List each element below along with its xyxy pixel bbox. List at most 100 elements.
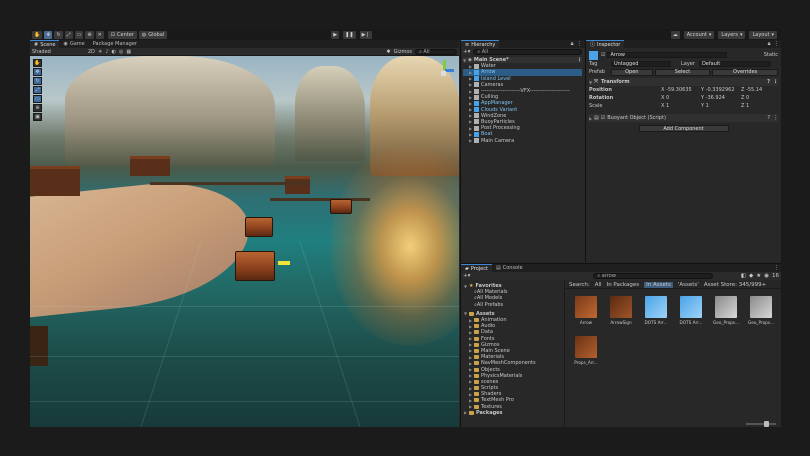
scale-x-field[interactable]: X 1 — [661, 103, 701, 109]
tag-dropdown[interactable]: Untagged — [611, 61, 671, 67]
kebab-menu-icon[interactable]: ⋮ — [773, 115, 778, 121]
tab-inspector[interactable]: ⓘ Inspector — [586, 40, 625, 48]
tab-scene[interactable]: # Scene — [30, 40, 60, 48]
tab-game[interactable]: ◉ Game — [59, 40, 88, 48]
zoom-slider-handle[interactable] — [764, 421, 769, 427]
mode-2d-toggle[interactable]: 2D — [88, 49, 95, 55]
filter-asset-store[interactable]: Asset Store: 345/999+ — [704, 282, 766, 288]
move-tool-icon[interactable]: ✥ — [44, 30, 53, 39]
transform-tool-icon[interactable]: ⊕ — [33, 104, 42, 112]
audio-icon[interactable]: ♪ — [105, 49, 108, 55]
play-button[interactable]: ▶ — [331, 30, 340, 39]
asset-item[interactable]: Props_Arr... — [572, 336, 600, 365]
asset-item[interactable]: DOTS Arr... — [642, 296, 670, 325]
scene-viewport[interactable]: ✋ ✥ ↻ ⤢ ▭ ⊕ ▣ — [30, 56, 459, 427]
buoy-crate[interactable] — [245, 217, 273, 237]
scale-tool-icon[interactable]: ⤢ — [33, 86, 42, 94]
help-icon[interactable]: ? — [767, 115, 770, 121]
tab-project[interactable]: ▰ Project — [461, 264, 492, 272]
static-toggle[interactable]: Static — [764, 52, 778, 58]
help-icon[interactable]: ? — [767, 79, 770, 85]
kebab-menu-icon[interactable]: ⋮ — [773, 79, 778, 85]
transform-header[interactable]: ▼ ⤧ Transform ? ⋮ — [589, 78, 778, 86]
rect-tool-icon[interactable]: ▭ — [74, 30, 84, 39]
filter-in-assets[interactable]: In Assets — [644, 281, 673, 288]
position-z-field[interactable]: Z -55.14 — [741, 87, 777, 93]
prefab-open-button[interactable]: Open — [610, 68, 653, 76]
scale-y-field[interactable]: Y 1 — [701, 103, 741, 109]
lock-icon[interactable]: 🔒︎ — [571, 41, 574, 48]
effects-icon[interactable]: ◐ — [112, 49, 116, 55]
filter-assets-folder[interactable]: 'Assets' — [678, 282, 699, 288]
visibility-icon[interactable]: ◉ — [764, 273, 769, 279]
rect-tool-icon[interactable]: ▭ — [33, 95, 42, 103]
packages-row[interactable]: ▶ Packages — [464, 410, 561, 416]
scene-search-input[interactable]: ⌕ All — [415, 48, 457, 55]
component-enabled-checkbox[interactable]: ☑ — [601, 115, 605, 121]
favorite-item[interactable]: ⌕ All Prefabs — [464, 302, 561, 308]
buoy-crate[interactable] — [330, 199, 352, 214]
hierarchy-search-input[interactable]: ⌕ All — [473, 49, 582, 55]
pause-button[interactable]: ❚❚ — [343, 30, 356, 39]
kebab-menu-icon[interactable]: ⋮ — [774, 265, 780, 271]
shading-mode-dropdown[interactable]: Shaded — [32, 49, 51, 55]
move-tool-icon[interactable]: ✥ — [33, 68, 42, 76]
rotation-z-field[interactable]: Z 0 — [741, 95, 777, 101]
view-center-handle[interactable] — [441, 71, 446, 76]
layers-dropdown[interactable]: Layers ▾ — [718, 30, 746, 39]
grid-icon[interactable]: ▦ — [126, 49, 131, 55]
buoyant-object-header[interactable]: ▶ ▤ ☑ Buoyant Object (Script) ? ⋮ — [589, 114, 778, 122]
project-search-input[interactable]: ⌕ arrow — [593, 273, 714, 279]
star-filter-icon[interactable]: ★ — [756, 273, 761, 279]
add-icon[interactable]: +▾ — [463, 49, 470, 55]
scale-z-field[interactable]: Z 1 — [741, 103, 777, 109]
hand-tool-icon[interactable]: ✋ — [32, 30, 43, 39]
layer-dropdown[interactable]: Default — [698, 61, 771, 67]
asset-item[interactable]: Arrow — [572, 296, 600, 325]
cloud-icon[interactable]: ☁ — [670, 30, 680, 39]
tools-icon[interactable]: ✱ — [386, 49, 390, 55]
hidden-objects-icon[interactable]: ◎ — [119, 49, 123, 55]
kebab-menu-icon[interactable]: ⋮ — [577, 41, 583, 47]
rotation-x-field[interactable]: X 0 — [661, 95, 701, 101]
position-y-field[interactable]: Y -0.3392962 — [701, 87, 741, 93]
filter-label-icon[interactable]: ◆ — [749, 273, 753, 279]
filter-type-icon[interactable]: ◧ — [741, 273, 746, 279]
kebab-menu-icon[interactable]: ⋮ — [577, 57, 582, 63]
selected-arrow-object[interactable] — [235, 251, 275, 281]
account-dropdown[interactable]: Account ▾ — [683, 30, 715, 39]
hierarchy-item[interactable]: ▶ Main Camera — [463, 137, 582, 144]
filter-all[interactable]: All — [595, 282, 602, 288]
add-icon[interactable]: +▾ — [463, 273, 470, 279]
asset-item[interactable]: Geo_Props... — [747, 296, 775, 325]
rotate-tool-icon[interactable]: ↻ — [54, 30, 63, 39]
hierarchy-item[interactable]: ▶ ----------------------VFX--------------… — [463, 88, 582, 94]
custom-tool-icon[interactable]: ✕ — [95, 30, 104, 39]
position-x-field[interactable]: X -59.30635 — [661, 87, 701, 93]
tab-hierarchy[interactable]: ≡ Hierarchy — [461, 40, 500, 48]
gizmos-dropdown[interactable]: Gizmos — [394, 49, 412, 55]
rotation-y-field[interactable]: Y -36.924 — [701, 95, 741, 101]
custom-tool-icon[interactable]: ▣ — [33, 113, 42, 121]
tab-package-manager[interactable]: Package Manager — [89, 40, 141, 48]
active-checkbox[interactable]: ☑ — [601, 52, 605, 58]
add-component-button[interactable]: Add Component — [638, 125, 729, 132]
pivot-center-toggle[interactable]: ⊡ Center — [107, 30, 137, 39]
prefab-overrides-button[interactable]: Overrides — [712, 68, 778, 76]
light-icon[interactable]: ☀ — [98, 49, 102, 55]
transform-tool-icon[interactable]: ⊕ — [85, 30, 94, 39]
asset-item[interactable]: Geo_Props... — [712, 296, 740, 325]
z-axis-handle[interactable] — [445, 69, 454, 72]
asset-item[interactable]: DOTS Arr... — [677, 296, 705, 325]
zoom-slider[interactable] — [746, 421, 776, 427]
scale-tool-icon[interactable]: ⤢ — [64, 30, 73, 39]
rotate-tool-icon[interactable]: ↻ — [33, 77, 42, 85]
object-name-field[interactable]: Arrow — [607, 52, 728, 58]
move-gizmo-arrow[interactable] — [278, 261, 290, 265]
filter-in-packages[interactable]: In Packages — [607, 282, 640, 288]
kebab-menu-icon[interactable]: ⋮ — [774, 41, 780, 47]
pivot-global-toggle[interactable]: ◍ Global — [138, 30, 168, 39]
tab-console[interactable]: ▤ Console — [492, 264, 527, 272]
orientation-gizmo[interactable] — [435, 60, 455, 82]
prefab-select-button[interactable]: Select — [654, 68, 711, 76]
